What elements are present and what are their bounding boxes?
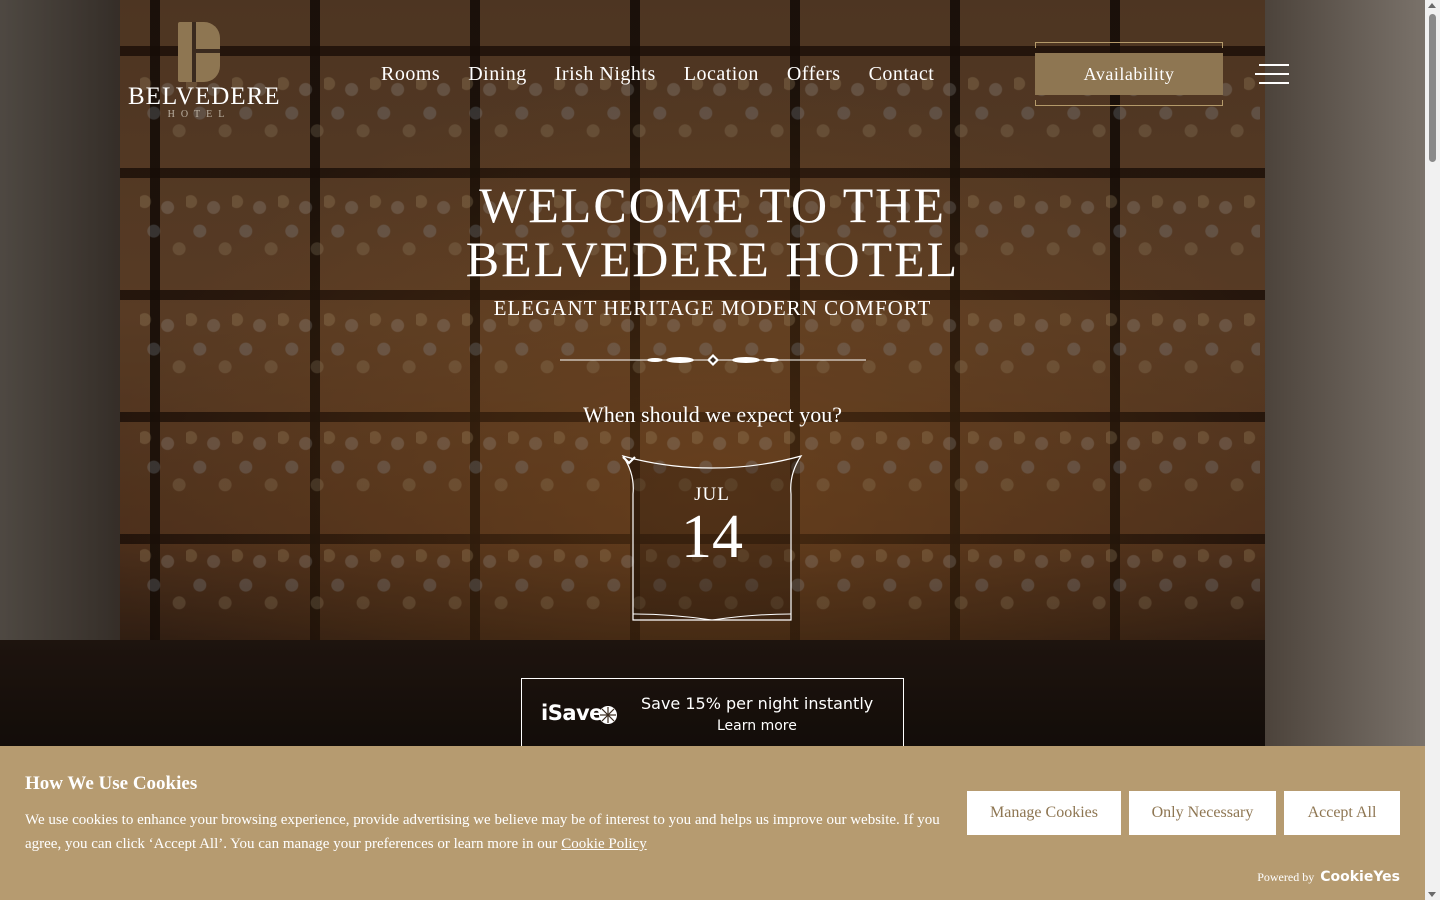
date-day: 14 <box>681 503 743 571</box>
nav-item-contact[interactable]: Contact <box>869 60 935 88</box>
hotel-logo[interactable]: BELVEDERE HOTEL <box>128 22 281 124</box>
isave-promo[interactable]: iSave Save 15% per night instantly Learn… <box>521 678 904 748</box>
cookie-banner: How We Use Cookies We use cookies to enh… <box>0 746 1425 900</box>
ornament-divider-icon <box>560 354 866 366</box>
nav-item-dining[interactable]: Dining <box>468 60 527 88</box>
only-necessary-button[interactable]: Only Necessary <box>1129 791 1276 835</box>
scrollbar-thumb[interactable] <box>1429 14 1436 162</box>
scroll-up-arrow-icon[interactable] <box>1428 3 1436 8</box>
isave-logo: iSave <box>541 701 603 725</box>
hero-title: WELCOME TO THE BELVEDERE HOTEL <box>420 178 1005 286</box>
nav-item-rooms[interactable]: Rooms <box>381 60 440 88</box>
hamburger-menu-icon[interactable] <box>1255 64 1289 86</box>
logo-sub: HOTEL <box>167 109 231 120</box>
isave-headline: Save 15% per night instantly <box>641 694 874 713</box>
isave-burst-icon <box>599 706 617 724</box>
page-scrollbar[interactable] <box>1425 0 1440 900</box>
logo-name: BELVEDERE <box>128 83 281 110</box>
availability-button[interactable]: Availability <box>1035 53 1223 95</box>
accept-all-button[interactable]: Accept All <box>1284 791 1400 835</box>
availability-frame: Availability <box>1035 42 1223 106</box>
cookie-policy-link[interactable]: Cookie Policy <box>561 836 646 852</box>
cookieyes-logo[interactable]: CookieYes <box>1320 869 1400 885</box>
frame-ornament-bottom <box>1035 100 1223 106</box>
nav-item-offers[interactable]: Offers <box>787 60 841 88</box>
cookie-banner-body: We use cookies to enhance your browsing … <box>25 812 940 852</box>
isave-learn-more-link[interactable]: Learn more <box>717 718 797 734</box>
hero-title-line-2: BELVEDERE HOTEL <box>465 231 960 287</box>
arrival-question: When should we expect you? <box>582 402 843 427</box>
manage-cookies-button[interactable]: Manage Cookies <box>967 791 1121 835</box>
hero-title-line-1: WELCOME TO THE <box>479 177 946 233</box>
hero-subtitle: ELEGANT HERITAGE MODERN COMFORT <box>493 296 932 320</box>
main-nav: Rooms Dining Irish Nights Location Offer… <box>381 60 934 88</box>
powered-by: Powered by CookieYes <box>1257 869 1400 885</box>
scroll-down-arrow-icon[interactable] <box>1428 892 1436 897</box>
powered-by-label: Powered by <box>1257 870 1315 884</box>
nav-item-location[interactable]: Location <box>684 60 759 88</box>
arrival-date-picker[interactable]: JUL 14 <box>621 454 803 622</box>
logo-mark-icon <box>178 22 220 82</box>
frame-ornament-top <box>1035 42 1223 48</box>
cookie-banner-text: We use cookies to enhance your browsing … <box>25 808 945 856</box>
nav-item-irish-nights[interactable]: Irish Nights <box>555 60 656 88</box>
cookie-banner-title: How We Use Cookies <box>25 773 198 794</box>
chevron-down-icon <box>622 456 636 465</box>
